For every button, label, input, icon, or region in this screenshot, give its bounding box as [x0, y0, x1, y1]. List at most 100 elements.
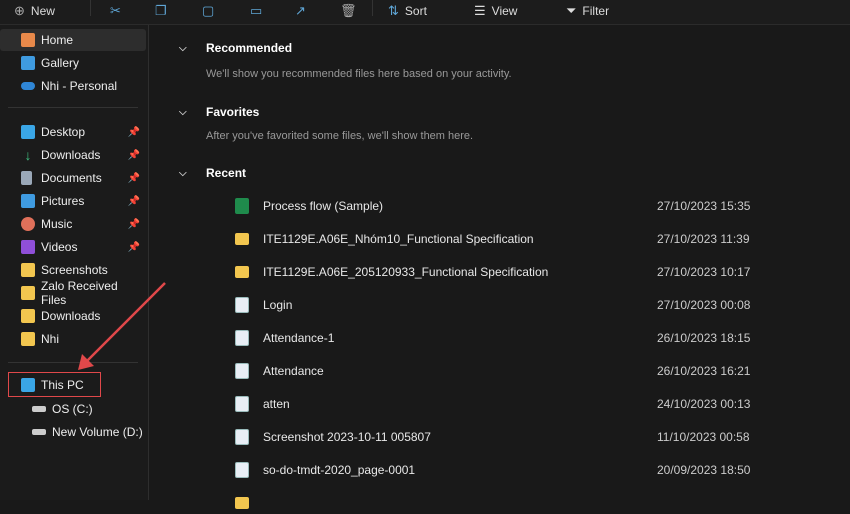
file-date: 26/10/2023 16:21	[657, 364, 751, 378]
recent-file-row[interactable]: ITE1129E.A06E_Nhóm10_Functional Specific…	[235, 228, 775, 250]
cut-icon: ✂	[110, 3, 121, 18]
delete-button[interactable]: 🗑	[340, 4, 357, 18]
recent-file-row[interactable]: Screenshot 2023-10-11 005807 11/10/2023 0…	[235, 426, 775, 448]
drive-icon	[32, 406, 46, 412]
share-button[interactable]: ↗	[295, 4, 306, 18]
drive-icon	[32, 429, 46, 435]
documents-icon	[21, 171, 32, 185]
section-favorites[interactable]: ⌵ Favorites	[179, 105, 259, 119]
pin-icon[interactable]: 📌	[128, 127, 140, 138]
recent-file-row[interactable]: Attendance-1 26/10/2023 18:15	[235, 327, 775, 349]
image-file-icon	[235, 363, 249, 379]
share-icon: ↗	[295, 3, 306, 18]
cut-button[interactable]: ✂	[110, 4, 121, 18]
sidebar-item-drive-d[interactable]: New Volume (D:)	[0, 421, 146, 443]
sidebar-item-drive-c[interactable]: OS (C:)	[0, 398, 146, 420]
file-name: atten	[263, 397, 290, 411]
sidebar-item-gallery[interactable]: Gallery	[0, 52, 146, 74]
copy-icon: ❐	[155, 3, 167, 18]
videos-icon	[21, 240, 35, 254]
section-recommended[interactable]: ⌵ Recommended	[179, 41, 292, 55]
sidebar-item-downloads-folder[interactable]: Downloads	[0, 305, 146, 327]
pin-icon[interactable]: 📌	[128, 219, 140, 230]
filter-button[interactable]: ⏷ Filter	[566, 4, 609, 19]
rename-button[interactable]: ▭	[250, 4, 262, 18]
chevron-down-icon: ⌵	[179, 106, 187, 118]
folder-icon	[21, 309, 35, 323]
file-date: 27/10/2023 00:08	[657, 298, 751, 312]
file-name: Process flow (Sample)	[263, 199, 384, 213]
main-content: ⌵ Recommended We'll show you recommended …	[149, 25, 850, 509]
desktop-icon	[21, 125, 35, 139]
file-name: Attendance-1	[263, 331, 335, 345]
divider	[8, 107, 138, 108]
sidebar-item-videos[interactable]: Videos 📌	[0, 236, 146, 258]
pin-icon[interactable]: 📌	[128, 150, 140, 161]
sidebar-item-desktop[interactable]: Desktop 📌	[0, 121, 146, 143]
gallery-icon	[21, 56, 35, 70]
recent-file-row-partial[interactable]	[235, 492, 775, 514]
sidebar-item-music[interactable]: Music 📌	[0, 213, 146, 235]
music-icon	[21, 217, 35, 231]
folder-file-icon	[235, 497, 249, 509]
recent-file-row[interactable]: so-do-tmdt-2020_page-0001 20/09/2023 18:5…	[235, 459, 775, 481]
excel-file-icon	[235, 198, 249, 214]
file-name: ITE1129E.A06E_Nhóm10_Functional Specific…	[263, 232, 534, 246]
plus-icon: ⊕	[14, 3, 25, 18]
folder-icon	[21, 286, 35, 300]
file-date: 24/10/2023 00:13	[657, 397, 751, 411]
folder-icon	[21, 332, 35, 346]
divider	[8, 362, 138, 363]
paste-button[interactable]: ▢	[202, 4, 214, 18]
sidebar-item-pictures[interactable]: Pictures 📌	[0, 190, 146, 212]
paste-icon: ▢	[202, 3, 215, 18]
file-date: 27/10/2023 10:17	[657, 265, 751, 279]
sidebar-item-zalo[interactable]: Zalo Received Files	[0, 279, 146, 307]
sidebar-item-nhi[interactable]: Nhi	[0, 328, 146, 350]
chevron-down-icon: ⌵	[179, 42, 187, 54]
file-name: Attendance	[263, 364, 324, 378]
recent-file-row[interactable]: atten 24/10/2023 00:13	[235, 393, 775, 415]
file-date: 26/10/2023 18:15	[657, 331, 751, 345]
image-file-icon	[235, 462, 249, 478]
onedrive-icon	[21, 82, 35, 90]
navigation-pane: Home Gallery Nhi - Personal Desktop 📌 ↓ Do…	[0, 25, 149, 500]
new-button[interactable]: ⊕ New	[14, 3, 55, 19]
favorites-hint: After you've favorited some files, we'll…	[206, 130, 474, 142]
pin-icon[interactable]: 📌	[128, 173, 140, 184]
rename-icon: ▭	[250, 3, 263, 18]
pin-icon[interactable]: 📌	[128, 242, 140, 253]
image-file-icon	[235, 330, 249, 346]
section-recent[interactable]: ⌵ Recent	[179, 166, 246, 180]
folder-file-icon	[235, 266, 249, 278]
recent-file-row[interactable]: Process flow (Sample) 27/10/2023 15:35	[235, 195, 775, 217]
folder-icon	[21, 263, 35, 277]
download-icon: ↓	[24, 147, 32, 163]
file-name: so-do-tmdt-2020_page-0001	[263, 463, 416, 477]
sidebar-item-downloads[interactable]: ↓ Downloads 📌	[0, 144, 146, 166]
sidebar-item-onedrive[interactable]: Nhi - Personal	[0, 75, 146, 97]
pictures-icon	[21, 194, 35, 208]
view-button[interactable]: ☰ View	[474, 4, 517, 19]
file-name: Screenshot 2023-10-11 005807	[263, 430, 431, 444]
folder-file-icon	[235, 233, 249, 245]
sidebar-item-screenshots[interactable]: Screenshots	[0, 259, 146, 281]
sidebar-item-home[interactable]: Home	[0, 29, 146, 51]
file-name: Login	[263, 298, 293, 312]
file-date: 11/10/2023 00:58	[657, 430, 750, 444]
file-date: 27/10/2023 11:39	[657, 232, 750, 246]
sort-button[interactable]: ⇅ Sort	[388, 4, 427, 19]
chevron-down-icon: ⌵	[179, 167, 187, 179]
recent-file-row[interactable]: Attendance 26/10/2023 16:21	[235, 360, 775, 382]
trash-icon: 🗑	[340, 3, 357, 18]
recent-file-row[interactable]: Login 27/10/2023 00:08	[235, 294, 775, 316]
divider	[372, 0, 373, 16]
image-file-icon	[235, 297, 249, 313]
home-icon	[21, 33, 35, 47]
file-date: 20/09/2023 18:50	[657, 463, 751, 477]
pin-icon[interactable]: 📌	[128, 196, 140, 207]
highlight-box	[8, 372, 101, 397]
sidebar-item-documents[interactable]: Documents 📌	[0, 167, 146, 189]
copy-button[interactable]: ❐	[155, 4, 167, 18]
recent-file-row[interactable]: ITE1129E.A06E_205120933_Functional Speci…	[235, 261, 775, 283]
